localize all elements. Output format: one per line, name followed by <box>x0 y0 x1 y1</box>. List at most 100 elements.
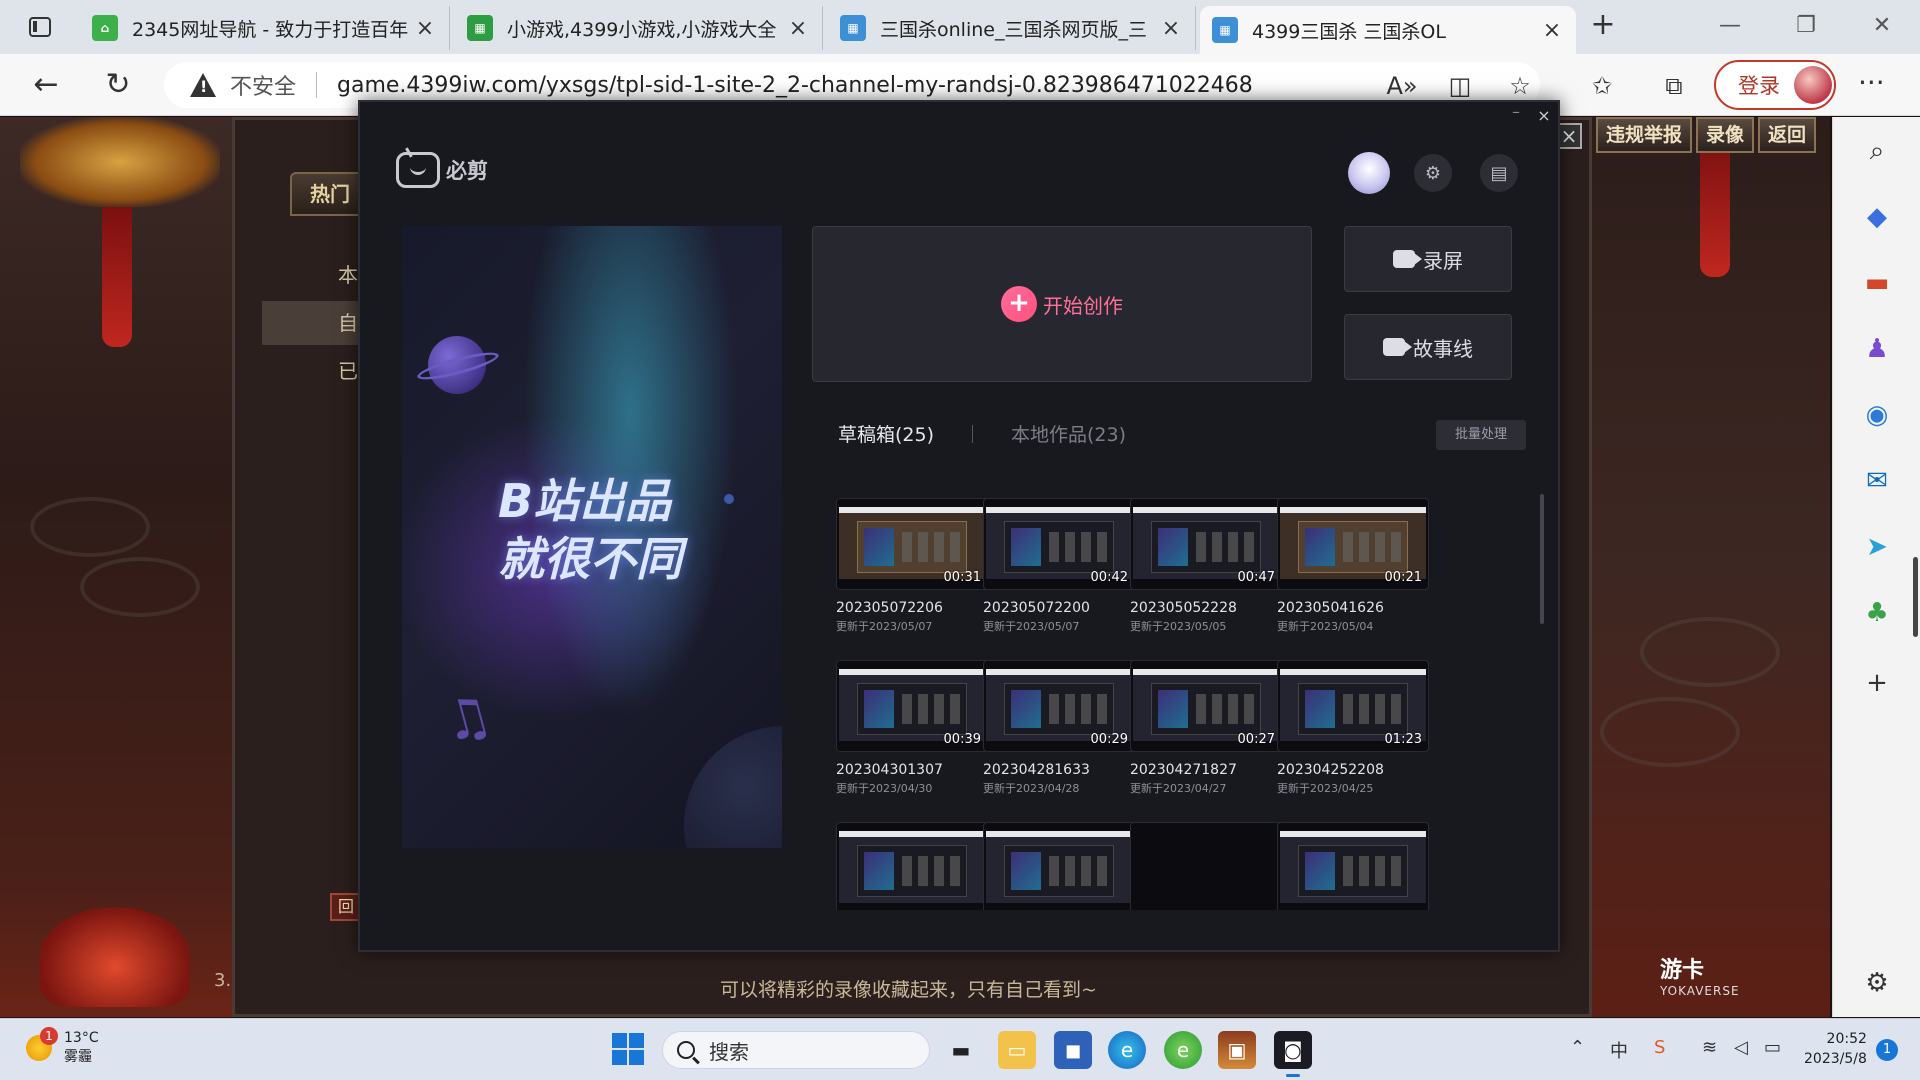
browser-tab-sgs-ol[interactable]: ▦ 4399三国杀 三国杀OL × <box>1200 6 1576 54</box>
game-side-item[interactable]: 自 <box>262 301 362 345</box>
draft-card[interactable]: 00:31 202305072206 更新于2023/05/07 <box>836 498 988 634</box>
close-tab-icon[interactable]: × <box>1540 18 1564 43</box>
draft-thumbnail[interactable]: 00:29 <box>983 660 1135 752</box>
volume-icon[interactable]: ◁ <box>1734 1037 1748 1058</box>
promo-banner[interactable]: ♫ B站出品 就很不同 <box>402 226 782 848</box>
back-button[interactable]: ← <box>26 66 66 106</box>
url-text[interactable]: game.4399iw.com/yxsgs/tpl-sid-1-site-2_2… <box>337 73 1253 98</box>
chain-decor <box>80 557 200 617</box>
browser-tab-2345[interactable]: ⌂ 2345网址导航 - 致力于打造百年 × <box>80 6 450 50</box>
browser-tab-sgs-online[interactable]: ▦ 三国杀online_三国杀网页版_三 × <box>828 6 1196 50</box>
security-label[interactable]: 不安全 <box>230 69 296 101</box>
draft-thumbnail[interactable]: 01:23 <box>1277 660 1429 752</box>
send-icon[interactable]: ➤ <box>1857 527 1897 567</box>
tree-icon[interactable]: ♣ <box>1857 593 1897 633</box>
draft-card[interactable]: 00:47 202305052228 更新于2023/05/05 <box>1130 498 1282 634</box>
close-tab-icon[interactable]: × <box>1159 16 1183 41</box>
screen-record-button[interactable]: 录屏 <box>1344 226 1512 292</box>
draft-thumbnail[interactable]: 00:27 <box>1130 660 1282 752</box>
ime-icon[interactable]: 中 <box>1610 1037 1628 1063</box>
report-button[interactable]: 违规举报 <box>1596 117 1693 153</box>
battery-icon[interactable]: ▭ <box>1764 1037 1781 1058</box>
add-favorite-icon[interactable]: ☆ <box>1502 68 1538 104</box>
thumbnail-preview <box>839 507 985 579</box>
draft-thumbnail[interactable]: 00:31 <box>836 498 988 590</box>
start-create-button[interactable]: + 开始创作 <box>812 226 1312 382</box>
clock[interactable]: 20:52 2023/5/8 <box>1804 1029 1867 1069</box>
more-menu-icon[interactable]: ··· <box>1858 66 1885 99</box>
draft-thumbnail[interactable]: 00:47 <box>1130 498 1282 590</box>
outlook-icon[interactable]: ✉ <box>1857 461 1897 501</box>
restore-window-button[interactable]: ❐ <box>1776 8 1836 44</box>
notification-badge[interactable]: 1 <box>1876 1039 1898 1061</box>
game-side-item[interactable]: 本 <box>262 253 362 297</box>
security-app-icon[interactable]: S <box>1654 1037 1665 1058</box>
message-icon[interactable]: ▤ <box>1480 154 1518 192</box>
store-icon[interactable]: ◼ <box>1054 1031 1092 1069</box>
draft-thumbnail[interactable]: 00:39 <box>836 660 988 752</box>
tag-icon[interactable]: ◆ <box>1857 197 1897 237</box>
sidebar-scrollbar[interactable] <box>1913 557 1918 637</box>
draft-card[interactable]: 00:42 202305072200 更新于2023/05/07 <box>983 498 1135 634</box>
file-explorer-icon[interactable]: ▭ <box>998 1031 1036 1069</box>
app-minimize-button[interactable]: – <box>1504 102 1528 126</box>
draft-card[interactable]: 00:27 202304271827 更新于2023/04/27 <box>1130 660 1282 796</box>
batch-process-button[interactable]: 批量处理 <box>1436 420 1526 450</box>
draft-card[interactable] <box>836 822 988 910</box>
user-avatar[interactable] <box>1348 152 1390 194</box>
draft-card[interactable]: 00:21 202305041626 更新于2023/05/04 <box>1277 498 1429 634</box>
start-button[interactable] <box>612 1033 644 1065</box>
close-tab-icon[interactable]: × <box>413 16 437 41</box>
draft-thumbnail[interactable]: 00:21 <box>1277 498 1429 590</box>
draft-card[interactable]: 01:23 202304252208 更新于2023/04/25 <box>1277 660 1429 796</box>
bijian-app-icon[interactable]: ◙ <box>1274 1031 1312 1077</box>
search-icon[interactable]: ⌕ <box>1857 131 1897 171</box>
gear-icon[interactable]: ⚙ <box>1857 963 1897 1003</box>
weather-widget[interactable]: 1 13°C 雾霾 <box>26 1027 99 1067</box>
tab-drafts[interactable]: 草稿箱(25) <box>838 420 934 447</box>
game-side-item[interactable]: 已 <box>262 349 362 393</box>
draft-thumbnail[interactable] <box>1277 822 1429 910</box>
replay-button[interactable]: 录像 <box>1696 117 1755 153</box>
refresh-button[interactable]: ↻ <box>98 66 138 106</box>
browser-e-icon[interactable]: e <box>1164 1031 1202 1069</box>
edge-icon[interactable]: e <box>1108 1031 1146 1069</box>
tab-local-works[interactable]: 本地作品(23) <box>1011 420 1126 447</box>
split-screen-icon[interactable]: ◫ <box>1442 68 1478 104</box>
wifi-icon[interactable]: ≋ <box>1702 1037 1717 1058</box>
thumbnail-preview <box>839 669 985 741</box>
close-tab-icon[interactable]: × <box>786 16 810 41</box>
draft-thumbnail[interactable] <box>1130 822 1282 910</box>
tab-actions-button[interactable] <box>12 8 68 46</box>
new-tab-button[interactable]: + <box>1586 10 1620 44</box>
favorites-icon[interactable]: ✩ <box>1584 68 1620 104</box>
draft-card[interactable]: 00:29 202304281633 更新于2023/04/28 <box>983 660 1135 796</box>
toolbox-icon[interactable]: ▬ <box>1857 263 1897 303</box>
login-button[interactable]: 登录 <box>1714 60 1836 110</box>
draft-thumbnail[interactable] <box>983 822 1135 910</box>
taskbar-search[interactable]: 搜索 <box>662 1031 930 1069</box>
read-aloud-icon[interactable]: A» <box>1384 68 1420 104</box>
storyline-button[interactable]: 故事线 <box>1344 314 1512 380</box>
office-icon[interactable]: ◉ <box>1857 395 1897 435</box>
chess-icon[interactable]: ♟ <box>1857 329 1897 369</box>
draft-thumbnail[interactable] <box>836 822 988 910</box>
draft-card[interactable]: 00:39 202304301307 更新于2023/04/30 <box>836 660 988 796</box>
add-icon[interactable]: + <box>1857 663 1897 703</box>
return-button[interactable]: 返回 <box>1758 117 1817 153</box>
draft-card[interactable] <box>983 822 1135 910</box>
task-view-icon[interactable]: ▬ <box>942 1031 980 1069</box>
slogan-line: B站出品 <box>498 474 672 528</box>
draft-card[interactable] <box>1277 822 1429 910</box>
draft-card[interactable] <box>1130 822 1282 910</box>
drafts-scrollbar[interactable] <box>1540 494 1544 624</box>
close-window-button[interactable]: ✕ <box>1852 8 1912 44</box>
game-app-icon[interactable]: ▣ <box>1218 1031 1256 1069</box>
minimize-window-button[interactable]: — <box>1700 8 1760 44</box>
settings-gear-icon[interactable]: ⚙ <box>1414 154 1452 192</box>
show-hidden-icons[interactable]: ⌃ <box>1570 1037 1585 1058</box>
draft-thumbnail[interactable]: 00:42 <box>983 498 1135 590</box>
app-close-button[interactable]: × <box>1532 106 1556 130</box>
collections-icon[interactable]: ⧉ <box>1656 68 1692 104</box>
browser-tab-4399[interactable]: ▦ 小游戏,4399小游戏,小游戏大全 × <box>455 6 823 50</box>
